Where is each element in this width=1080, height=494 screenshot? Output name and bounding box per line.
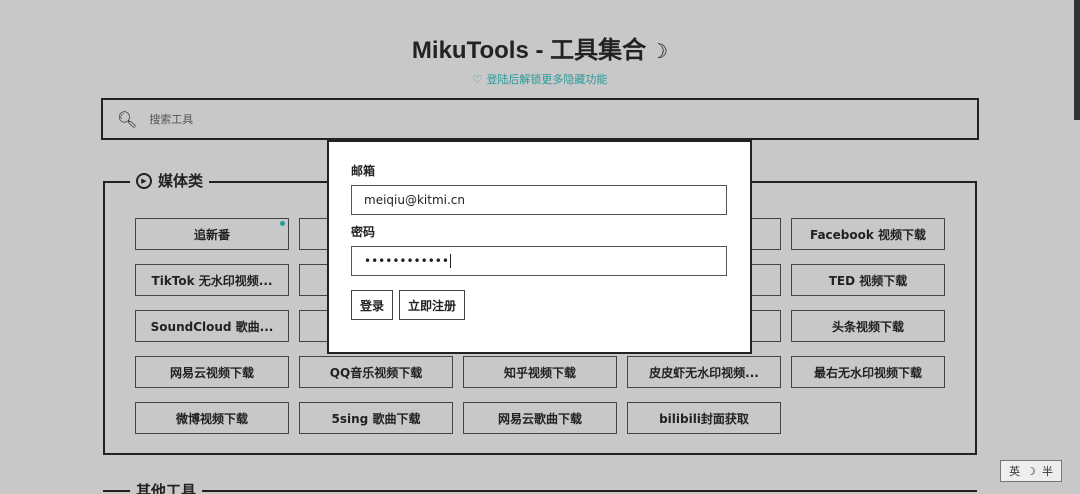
tool-item[interactable]: TikTok 无水印视频... [135,264,289,296]
password-label: 密码 [351,225,376,239]
tool-item-label: TED 视频下载 [828,273,908,288]
tool-item[interactable]: 最右无水印视频下载 [791,356,945,388]
tool-item-label: 5sing 歌曲下载 [331,411,421,426]
login-hint-text: 登陆后解锁更多隐藏功能 [486,73,608,86]
page-title-text: MikuTools - 工具集合 [411,37,647,64]
tool-item[interactable]: 网易云视频下载 [135,356,289,388]
play-circle-icon: ▶ [136,172,152,189]
other-section-border [103,490,977,492]
tool-item[interactable]: QQ音乐视频下载 [299,356,453,388]
tool-item[interactable]: bilibili封面获取 [627,402,781,434]
tool-item-label: TikTok 无水印视频... [151,273,273,288]
modal-actions: 登录 立即注册 [351,290,728,320]
tool-item[interactable]: TED 视频下载 [791,264,945,296]
login-hint[interactable]: ♡ 登陆后解锁更多隐藏功能 [0,71,1080,87]
email-label: 邮箱 [351,164,376,178]
ime-mode-icon[interactable]: ☽ [1026,465,1036,478]
tool-item[interactable]: 追新番 [135,218,289,250]
tool-item-label: 网易云视频下载 [169,365,254,380]
heart-icon: ♡ [472,73,483,86]
tool-item-label: 微博视频下载 [175,411,248,426]
tool-item-label: 皮皮虾无水印视频... [649,365,759,380]
tool-item[interactable]: 网易云歌曲下载 [463,402,617,434]
tool-item-label: SoundCloud 歌曲... [150,319,274,334]
login-modal: 邮箱 meiqiu@kitmi.cn 密码 •••••••••••• 登录 立即… [327,140,752,354]
new-badge-dot [280,221,285,226]
email-field[interactable]: meiqiu@kitmi.cn [351,185,727,215]
ime-width[interactable]: 半 [1042,463,1053,479]
tool-item[interactable]: Facebook 视频下载 [791,218,945,250]
search-icon: 🔍︎ [117,109,138,129]
tool-item-label: Facebook 视频下载 [809,227,927,242]
text-cursor [449,254,451,268]
ime-lang[interactable]: 英 [1009,463,1020,479]
media-section-label: 媒体类 [158,172,204,190]
media-section-title: ▶ 媒体类 [130,170,210,191]
tool-item[interactable]: 皮皮虾无水印视频... [627,356,781,388]
page-title: MikuTools - 工具集合 ☽ [0,30,1080,65]
tool-item-label: 追新番 [193,227,230,242]
tool-item-label: 知乎视频下载 [503,365,576,380]
tool-item-label: 最右无水印视频下载 [813,365,922,380]
other-section-title: 其他工具 [130,480,203,494]
page-header: MikuTools - 工具集合 ☽ ♡ 登陆后解锁更多隐藏功能 [0,30,1080,87]
tool-item[interactable]: 头条视频下载 [791,310,945,342]
search-bar[interactable]: 🔍︎ 搜索工具 [101,98,979,140]
tool-item[interactable]: 知乎视频下载 [463,356,617,388]
login-button[interactable]: 登录 [351,290,394,320]
tool-item[interactable]: 5sing 歌曲下载 [299,402,453,434]
ime-toolbar[interactable]: 英 ☽ 半 [1000,460,1062,482]
moon-icon[interactable]: ☽ [650,39,668,64]
tool-item-label: QQ音乐视频下载 [329,365,423,380]
password-field[interactable]: •••••••••••• [351,246,727,276]
tool-item-label: bilibili封面获取 [659,411,749,426]
tool-item[interactable]: SoundCloud 歌曲... [135,310,289,342]
tool-item-label: 网易云歌曲下载 [497,411,582,426]
tool-item-label: 头条视频下载 [831,319,904,334]
tool-item[interactable]: 微博视频下载 [135,402,289,434]
register-button[interactable]: 立即注册 [399,290,466,320]
password-value: •••••••••••• [364,254,449,268]
search-input[interactable]: 搜索工具 [149,111,193,127]
